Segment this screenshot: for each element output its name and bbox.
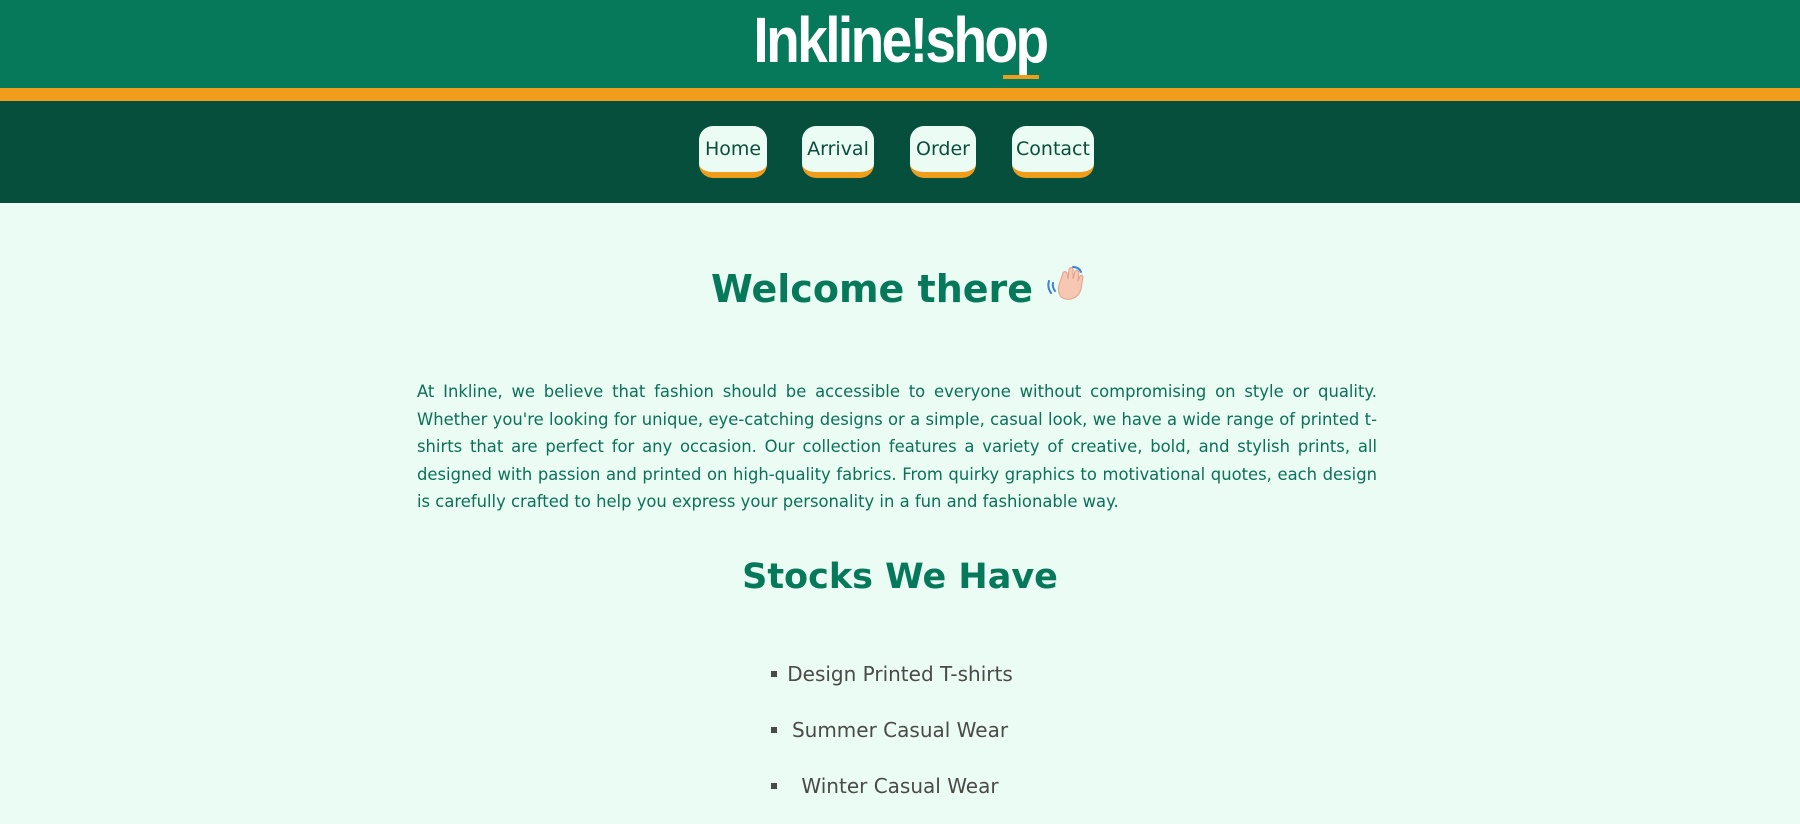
bullet-icon xyxy=(771,783,777,789)
nav-order-button[interactable]: Order xyxy=(910,126,976,178)
stock-list-item: Winter Casual Wear xyxy=(0,771,1800,801)
logo-underline-accent xyxy=(1003,75,1039,79)
stock-list-item: Summer Casual Wear xyxy=(0,715,1800,745)
stock-item-label: Summer Casual Wear xyxy=(791,718,1009,742)
stock-item-label: Design Printed T-shirts xyxy=(787,662,1013,686)
nav-arrival-button[interactable]: Arrival xyxy=(802,126,874,178)
bullet-icon xyxy=(771,727,777,733)
site-logo[interactable]: Inkline!shop xyxy=(126,4,1674,76)
navbar xyxy=(0,101,1800,203)
stocks-heading: Stocks We Have xyxy=(742,557,1058,597)
bullet-icon xyxy=(771,671,777,677)
stock-list-item: Design Printed T-shirts xyxy=(0,659,1800,689)
header-accent-stripe xyxy=(0,88,1800,101)
nav-contact-button[interactable]: Contact xyxy=(1012,126,1094,178)
nav-home-button[interactable]: Home xyxy=(699,126,767,178)
stock-item-label: Winter Casual Wear xyxy=(801,774,999,798)
welcome-heading: Welcome there xyxy=(0,262,1800,317)
intro-paragraph: At Inkline, we believe that fashion shou… xyxy=(417,382,1377,512)
waving-hand-icon xyxy=(1047,261,1089,317)
welcome-title: Welcome there xyxy=(710,267,1034,311)
